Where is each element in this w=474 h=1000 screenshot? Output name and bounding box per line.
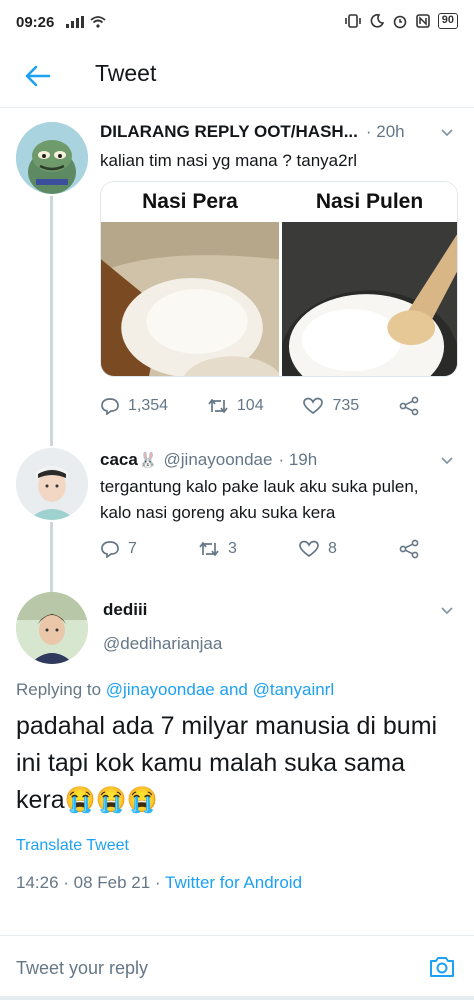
camera-icon[interactable] — [428, 953, 456, 981]
moon-icon — [370, 14, 384, 28]
media-right: Nasi Pulen — [279, 182, 457, 376]
retweet-icon — [208, 398, 228, 414]
app-header: Tweet — [0, 44, 474, 108]
tweet-time: · 19h — [278, 450, 318, 469]
reply-icon — [101, 541, 119, 558]
tweet-reply[interactable]: caca 🐰 @jinayoondae · 19h tergantung kal… — [0, 440, 474, 580]
thread-line — [50, 580, 53, 592]
page-title: Tweet — [95, 60, 157, 86]
reply-icon — [101, 398, 119, 415]
user-handle[interactable]: @jinayoondae — [164, 450, 273, 470]
display-name[interactable]: caca — [100, 450, 138, 470]
retweet-icon — [199, 541, 219, 557]
name-emoji: 🐰 — [138, 452, 158, 469]
status-right-icons: 90 — [344, 13, 458, 29]
share-icon — [399, 396, 419, 416]
alarm-icon — [393, 15, 407, 29]
share-icon — [399, 539, 419, 559]
wifi-icon — [90, 16, 106, 28]
signal-icon — [66, 16, 84, 28]
tweet-source-link[interactable]: Twitter for Android — [165, 873, 302, 892]
tweet-media[interactable]: Nasi Pera Nasi Pulen — [100, 181, 458, 377]
reply-count: 1,354 — [128, 397, 169, 414]
nfc-icon — [415, 14, 430, 28]
arrow-left-icon — [25, 65, 51, 87]
status-bar: 09:26 90 — [0, 0, 474, 44]
display-name[interactable]: dediii — [103, 600, 147, 620]
tweet-header: caca 🐰 @jinayoondae · 19h — [100, 450, 317, 470]
main-tweet-text: padahal ada 7 milyar manusia di bumi ini… — [16, 712, 438, 814]
replying-prefix: Replying to — [16, 680, 102, 699]
media-left: Nasi Pera — [101, 182, 279, 376]
thread-line — [50, 522, 53, 580]
reply-bar: Tweet your reply — [0, 935, 474, 1000]
user-handle[interactable]: @dediharianjaa — [103, 634, 222, 654]
heart-icon — [303, 397, 324, 415]
avatar-image — [16, 592, 88, 664]
retweet-button[interactable]: 3 — [198, 540, 237, 558]
avatar[interactable] — [16, 448, 88, 520]
retweet-count: 3 — [228, 540, 237, 557]
share-button[interactable] — [398, 539, 420, 559]
replying-user-link[interactable]: @tanyainrl — [253, 680, 335, 699]
translate-tweet-link[interactable]: Translate Tweet — [16, 837, 129, 855]
tweet-original[interactable]: DILARANG REPLY OOT/HASH... · 20h kalian … — [0, 108, 474, 440]
replying-to: Replying to @jinayoondae and @tanyainrl — [16, 680, 334, 700]
heart-icon — [299, 540, 319, 558]
tweet-text: kalian tim nasi yg mana ? tanya2rl — [100, 151, 358, 170]
tweet-actions: 7 3 8 — [100, 539, 420, 559]
tweet-meta: 14:26 · 08 Feb 21 · Twitter for Android — [16, 873, 302, 893]
thread-line — [50, 196, 53, 440]
reply-input[interactable]: Tweet your reply — [16, 958, 148, 979]
reply-button[interactable]: 7 — [100, 540, 137, 558]
tweet-text: tergantung kalo pake lauk aku suka pulen… — [100, 477, 419, 522]
rice-image-pulen — [282, 222, 457, 376]
media-right-label: Nasi Pulen — [315, 190, 424, 213]
like-button[interactable]: 735 — [302, 397, 359, 415]
rice-image-pera — [101, 222, 279, 376]
avatar[interactable] — [16, 122, 88, 194]
avatar[interactable] — [16, 592, 88, 664]
chevron-down-icon[interactable] — [440, 454, 454, 468]
media-left-label: Nasi Pera — [142, 190, 238, 213]
like-button[interactable]: 8 — [298, 540, 337, 558]
back-button[interactable] — [20, 58, 56, 94]
display-name[interactable]: DILARANG REPLY OOT/HASH... — [100, 122, 358, 142]
bottom-divider — [0, 996, 474, 1000]
replying-user-link[interactable]: @jinayoondae — [106, 680, 215, 699]
thread-line — [50, 440, 53, 446]
vibrate-icon — [344, 14, 361, 28]
tweet-time: · 20h — [365, 122, 405, 141]
status-left-icons — [66, 16, 106, 28]
retweet-button[interactable]: 104 — [207, 397, 264, 415]
tweet-timestamp: 14:26 · 08 Feb 21 · — [16, 873, 161, 892]
reply-button[interactable]: 1,354 — [100, 397, 168, 415]
like-count: 735 — [332, 397, 360, 414]
tweet-header: DILARANG REPLY OOT/HASH... · 20h — [100, 122, 405, 142]
avatar-image — [16, 448, 88, 520]
status-time: 09:26 — [16, 14, 55, 31]
tweet-actions: 1,354 104 735 — [100, 396, 420, 416]
like-count: 8 — [328, 540, 337, 557]
avatar-image — [16, 122, 88, 194]
share-button[interactable] — [398, 396, 420, 416]
reply-count: 7 — [128, 540, 137, 557]
chevron-down-icon[interactable] — [440, 126, 454, 140]
retweet-count: 104 — [236, 397, 264, 414]
chevron-down-icon[interactable] — [440, 604, 454, 618]
tweet-main: dediii @dediharianjaa — [0, 580, 474, 670]
replying-and: and — [219, 680, 248, 699]
battery-indicator: 90 — [437, 13, 458, 29]
